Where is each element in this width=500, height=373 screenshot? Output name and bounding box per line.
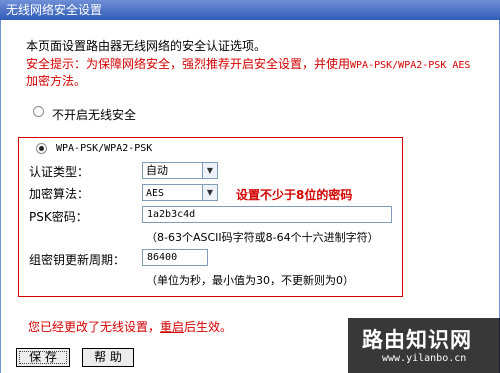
radio-wpa-psk[interactable]	[36, 143, 47, 154]
auth-type-label: 认证类型：	[29, 165, 90, 179]
security-warning-prefix: 安全提示：为保障网络安全，强烈推荐开启安全设置，并使用	[26, 57, 351, 71]
option-disable-security-label: 不开启无线安全	[52, 108, 137, 122]
security-warning-suffix: 加密方法。	[26, 74, 87, 88]
group-rekey-label: 组密钥更新周期：	[29, 253, 126, 267]
chevron-down-icon: ▼	[202, 163, 217, 178]
window-title-bar: 无线网络安全设置	[0, 0, 500, 20]
psk-password-label: PSK密码：	[29, 210, 88, 224]
security-warning-mode: WPA-PSK/WPA2-PSK AES	[350, 60, 471, 71]
watermark-name: 路由知识网	[362, 328, 472, 352]
watermark-url: www.yilanbo.cn	[382, 353, 467, 364]
chevron-down-icon: ▼	[202, 185, 217, 200]
status-message: 您已经更改了无线设置，重启后生效。	[28, 318, 232, 335]
security-warning: 安全提示：为保障网络安全，强烈推荐开启安全设置，并使用WPA-PSK/WPA2-…	[26, 55, 470, 72]
group-rekey-hint: （单位为秒，最小值为30，不更新则为0）	[146, 274, 354, 287]
auth-type-select[interactable]: 自动 ▼	[142, 162, 218, 179]
option-wpa-psk-label: WPA-PSK/WPA2-PSK	[56, 143, 153, 154]
page-title: 无线网络安全设置	[6, 3, 103, 17]
help-button[interactable]: 帮 助	[82, 348, 134, 367]
password-annotation: 设置不少于8位的密码	[236, 188, 353, 202]
group-rekey-input[interactable]: 86400	[142, 249, 208, 266]
status-text: 您已经更改了无线设置，	[28, 320, 161, 334]
save-button[interactable]: 保 存	[16, 348, 70, 367]
status-suffix: 后生效。	[184, 320, 233, 334]
auth-type-value: 自动	[146, 164, 168, 177]
radio-disable-security[interactable]	[33, 106, 44, 117]
reboot-link[interactable]: 重启	[160, 320, 184, 334]
intro-text: 本页面设置路由器无线网络的安全认证选项。	[26, 39, 267, 53]
psk-password-hint: （8-63个ASCII码字符或8-64个十六进制字符）	[146, 231, 379, 244]
encryption-value: AES	[146, 188, 165, 199]
encryption-select[interactable]: AES ▼	[142, 184, 218, 201]
encryption-label: 加密算法：	[29, 187, 90, 201]
psk-password-input[interactable]: 1a2b3c4d	[142, 206, 392, 223]
